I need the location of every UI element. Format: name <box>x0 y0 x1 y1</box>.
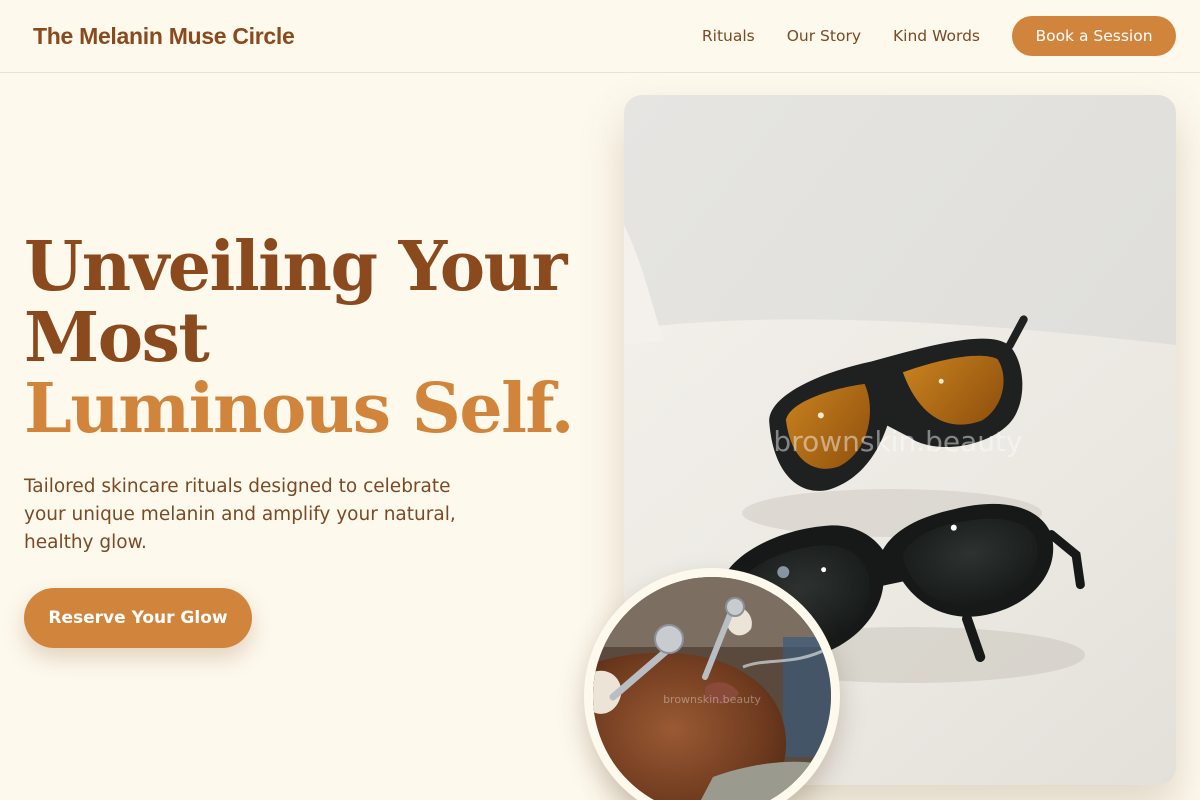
facial-treatment-illustration: brownskin.beauty <box>593 577 831 800</box>
main-nav: Rituals Our Story Kind Words Book a Sess… <box>670 16 1176 56</box>
hero-subtitle: Tailored skincare rituals designed to ce… <box>24 476 456 553</box>
nav-link-our-story[interactable]: Our Story <box>787 27 861 45</box>
hero-title-line2: Most <box>24 298 210 378</box>
hero-title-line1: Unveiling Your <box>24 227 567 307</box>
book-session-button[interactable]: Book a Session <box>1012 16 1176 56</box>
main-photo-watermark: brownskin.beauty <box>773 425 1022 458</box>
nav-link-kind-words[interactable]: Kind Words <box>893 27 980 45</box>
brand-logo[interactable]: The Melanin Muse Circle <box>33 23 295 50</box>
inset-photo-frame: brownskin.beauty <box>593 577 831 800</box>
hero-title-accent: Luminous Self. <box>24 369 574 449</box>
hero-title: Unveiling Your Most Luminous Self. <box>24 232 584 445</box>
reserve-glow-button[interactable]: Reserve Your Glow <box>24 588 252 648</box>
site-header: The Melanin Muse Circle Rituals Our Stor… <box>0 0 1200 73</box>
inset-photo-watermark: brownskin.beauty <box>663 693 761 706</box>
nav-link-rituals[interactable]: Rituals <box>702 27 755 45</box>
